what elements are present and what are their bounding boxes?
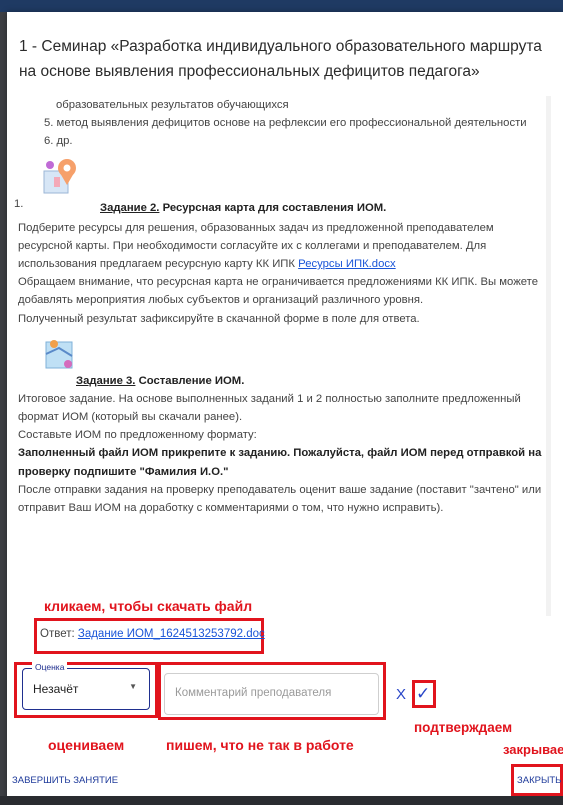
grade-hint-annotation: оцениваем [48,737,125,753]
list-item-6: 6. др. [44,135,73,148]
task2-heading: Задание 2. Ресурсная карта для составлен… [100,199,386,217]
task2-header-block: 1. Задание 2. Ресурсная карта для состав… [14,155,546,219]
content-scrollbar[interactable] [546,96,551,616]
bottom-edge [0,796,563,805]
teacher-comment-input[interactable]: Комментарий преподавателя [164,673,379,715]
task3-text-3: После отправки задания на проверку препо… [18,483,542,515]
map-illustration-icon [40,334,80,374]
answer-label: Ответ: [40,628,78,640]
task3-text-bold: Заполненный файл ИОМ прикрепите к задани… [18,447,542,478]
task2-text-3: Полученный результат зафиксируйте в скач… [18,312,420,325]
grade-select-label: Оценка [32,662,68,672]
task3-heading-prefix: Задание 3. [76,374,136,387]
chevron-down-icon: ▼ [129,682,137,691]
top-bar [0,0,563,12]
close-button[interactable]: ЗАКРЫТЬ [517,775,561,786]
answer-file-link[interactable]: Задание ИОМ_1624513253792.doc [78,628,265,640]
task2-heading-prefix: Задание 2. [100,201,160,214]
list-continuation: образовательных результатов обучающихся [56,99,289,111]
grade-select[interactable]: Оценка Незачёт ▼ [22,662,150,710]
task3-heading: Задание 3. Составление ИОМ. [76,372,244,390]
task2-text-1: Подберите ресурсы для решения, образован… [18,219,546,274]
task3-text-1: Итоговое задание. На основе выполненных … [18,392,521,424]
map-pin-illustration-icon [40,155,82,197]
resource-map-link[interactable]: Ресурсы ИПК.docx [298,258,396,270]
grade-select-value: Незачёт [33,682,79,696]
download-hint-annotation: кликаем, чтобы скачать файл [44,598,253,614]
task2-text-1-body: Подберите ресурсы для решения, образован… [18,221,494,271]
task3-heading-rest: Составление ИОМ. [135,374,245,387]
finish-lesson-button[interactable]: ЗАВЕРШИТЬ ЗАНЯТИЕ [12,775,118,786]
dialog-title: 1 - Семинар «Разработка индивидуального … [19,38,542,80]
task3-text-2: Составьте ИОМ по предложенному формату: [18,429,257,442]
task2-heading-rest: Ресурсная карта для составления ИОМ. [159,201,387,214]
dialog-content: образовательных результатов обучающихся … [14,96,546,616]
list-item-5: 5. метод выявления дефицитов основе на р… [44,117,527,130]
task3-header-block: Задание 3. Составление ИОМ. [18,334,546,390]
close-hint-annotation: закрываем [503,742,563,757]
task2-text-2: Обращаем внимание, что ресурсная карта н… [18,276,538,307]
answer-line: Ответ: Задание ИОМ_1624513253792.doc [40,628,265,640]
comment-hint-annotation: пишем, что не так в работе [166,737,354,753]
check-icon[interactable]: ✓ [416,684,430,704]
confirm-hint-annotation: подтверждаем [414,720,513,735]
teacher-comment-placeholder: Комментарий преподавателя [175,687,332,699]
close-icon[interactable]: X [396,686,406,703]
list-number-1: 1. [14,197,24,210]
